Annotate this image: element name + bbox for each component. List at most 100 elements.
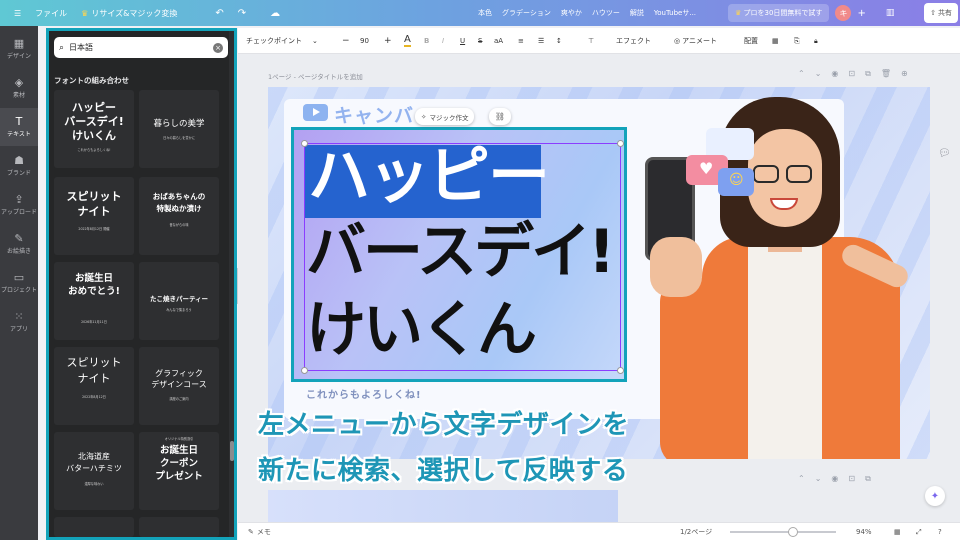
text-direction-icon[interactable]: ⊤ <box>588 28 594 54</box>
font-family-select[interactable]: チェックポイント ⌄ <box>246 28 318 54</box>
font-size-increase[interactable]: + <box>384 28 392 54</box>
underline-icon[interactable]: U <box>460 28 465 54</box>
caption-line-1: 左メニューから文字デザインを <box>258 410 630 440</box>
file-menu[interactable]: ファイル <box>35 8 67 19</box>
italic-icon[interactable]: I <box>442 28 444 54</box>
font-combo-card[interactable]: オリジナル特別割引 お誕生日 クーポン プレゼント <box>139 432 219 510</box>
crown-icon: ♛ <box>81 8 89 18</box>
eye-icon[interactable]: ◉ <box>831 69 838 79</box>
duplicate-icon[interactable]: ⧉ <box>865 474 871 484</box>
hamburger-icon[interactable]: ☰ <box>14 9 21 18</box>
spacing-icon[interactable]: ↕ <box>556 28 562 54</box>
chevron-down-icon[interactable]: ⌄ <box>815 474 822 484</box>
bold-icon[interactable]: B <box>424 28 429 54</box>
selection-box[interactable] <box>304 143 621 371</box>
scrollbar[interactable] <box>229 31 234 537</box>
font-combo-card[interactable] <box>54 517 134 537</box>
text-color-icon[interactable]: A <box>404 28 411 54</box>
magic-assistant-icon[interactable]: ✦ <box>925 486 945 506</box>
position-button[interactable]: 配置 <box>744 28 758 54</box>
fullscreen-icon[interactable]: ⤢ <box>916 523 922 540</box>
tagline-text[interactable]: これからもよろしくね! <box>306 386 422 401</box>
person-photo[interactable] <box>640 87 930 459</box>
search-input[interactable]: ⌕ 日本語 × <box>54 37 228 58</box>
grid-view-icon[interactable]: ▦ <box>894 523 901 540</box>
text-icon: T <box>15 115 23 128</box>
transparency-icon[interactable]: ▦ <box>772 28 779 54</box>
page-2-preview[interactable] <box>268 490 618 526</box>
card-line: ナイト <box>77 205 111 218</box>
clear-icon[interactable]: × <box>213 42 223 53</box>
zoom-slider-knob[interactable] <box>788 527 798 537</box>
font-combo-card[interactable]: おばあちゃんの 特製ぬか漬け 昔ながらの味 <box>139 177 219 255</box>
notes-button[interactable]: ✎ メモ <box>248 523 271 540</box>
redo-icon[interactable]: ↷ <box>238 8 246 19</box>
avatar[interactable]: キ <box>835 5 852 21</box>
chevron-up-icon[interactable]: ⌃ <box>798 474 805 484</box>
case-icon[interactable]: aA <box>494 28 503 54</box>
copy-style-icon[interactable]: ⎘ <box>794 28 800 54</box>
resize-handle[interactable] <box>617 367 624 374</box>
lock-icon[interactable]: ⊡ <box>848 474 855 484</box>
rail-label: 素材 <box>12 92 25 99</box>
font-combo-card[interactable] <box>139 517 219 537</box>
font-combo-card[interactable]: 北海道産 バターハチミツ 濃厚な味わい <box>54 432 134 510</box>
add-page-icon[interactable]: ⊕ <box>901 69 908 79</box>
font-combo-card[interactable]: グラフィック デザインコース 講座のご案内 <box>139 347 219 425</box>
font-combo-card[interactable]: たこ焼きパーティー みんなで集まろう <box>139 262 219 340</box>
resize-menu[interactable]: ♛ リサイズ&マジック変換 <box>81 8 177 19</box>
list-icon[interactable]: ☰ <box>538 28 544 54</box>
smile-bubble-icon: ☺ <box>718 168 754 196</box>
rail-item-uploads[interactable]: ⇪ アップロード <box>0 186 38 224</box>
rail-item-projects[interactable]: ▭ プロジェクト <box>0 264 38 302</box>
font-size-decrease[interactable]: − <box>342 28 350 54</box>
effects-button[interactable]: エフェクト <box>616 28 651 54</box>
chevron-up-icon[interactable]: ⌃ <box>798 69 805 79</box>
strikethrough-icon[interactable]: S <box>478 28 482 54</box>
card-line: ハッピー <box>72 101 116 114</box>
rail-item-brand[interactable]: ☗ ブランド <box>0 147 38 185</box>
rail-item-draw[interactable]: ✎ お絵描き <box>0 225 38 263</box>
top-bar: ☰ ファイル ♛ リサイズ&マジック変換 ↶ ↷ ☁ 本色 グラデーション 爽やか… <box>0 0 960 26</box>
document-title[interactable]: 本色 グラデーション 爽やか ハウツー 解説 YouTubeサ... <box>478 0 696 26</box>
eye-icon[interactable]: ◉ <box>831 474 838 484</box>
card-sub: みんなで集まろう <box>166 308 192 312</box>
duplicate-icon[interactable]: ⧉ <box>865 69 871 79</box>
page-indicator[interactable]: 1/2ページ <box>680 523 712 540</box>
rail-item-design[interactable]: ▦ デザイン <box>0 30 38 68</box>
zoom-value[interactable]: 94% <box>856 523 872 540</box>
chevron-down-icon[interactable]: ⌄ <box>815 69 822 79</box>
align-icon[interactable]: ≡ <box>518 28 524 54</box>
resize-label: リサイズ&マジック変換 <box>91 8 178 18</box>
font-combo-card[interactable]: スピリット ナイト 2022年8月12日 開催 <box>54 177 134 255</box>
page-title-label[interactable]: 1ページ - ページタイトルを追加 <box>268 71 363 81</box>
rail-item-elements[interactable]: ◈ 素材 <box>0 69 38 107</box>
font-combo-card[interactable]: 暮らしの美学 日々の暮らしを豊かに <box>139 90 219 168</box>
resize-handle[interactable] <box>301 367 308 374</box>
scrollbar-thumb[interactable] <box>230 441 234 461</box>
comment-icon[interactable]: 💬︎ <box>938 148 952 162</box>
rail-item-text[interactable]: T テキスト <box>0 108 38 146</box>
font-combo-card[interactable]: スピリット ナイト 2022年8月12日 <box>54 347 134 425</box>
resize-handle[interactable] <box>617 140 624 147</box>
help-icon[interactable]: ? <box>938 523 942 540</box>
resize-handle[interactable] <box>301 140 308 147</box>
analytics-icon[interactable]: ▥ <box>886 8 895 18</box>
trash-icon[interactable]: 🗑︎ <box>881 69 891 79</box>
background-title: キャンバ <box>334 105 415 127</box>
link-button[interactable]: ⛓ <box>489 108 511 125</box>
lock-icon[interactable]: ⊡ <box>848 69 855 79</box>
font-combo-card[interactable]: お誕生日 おめでとう! 2026年11月11日 <box>54 262 134 340</box>
animate-button[interactable]: ◎ アニメート <box>674 28 717 54</box>
try-pro-button[interactable]: ♛ プロを30日間無料で試す <box>728 4 830 22</box>
zoom-slider[interactable] <box>730 531 836 533</box>
font-combo-card[interactable]: ハッピー バースデイ! けいくん これからもよろしくね! <box>54 90 134 168</box>
font-size-input[interactable]: 90 <box>360 28 369 54</box>
lock-icon[interactable]: 🔒︎ <box>814 28 818 54</box>
add-icon[interactable]: + <box>857 8 865 19</box>
cloud-icon[interactable]: ☁ <box>270 8 280 19</box>
magic-write-button[interactable]: ✧ マジック作文 <box>415 108 475 125</box>
share-button[interactable]: ⇧ 共有 <box>924 3 958 23</box>
undo-icon[interactable]: ↶ <box>215 8 223 19</box>
rail-item-apps[interactable]: ⁙ アプリ <box>0 303 38 341</box>
